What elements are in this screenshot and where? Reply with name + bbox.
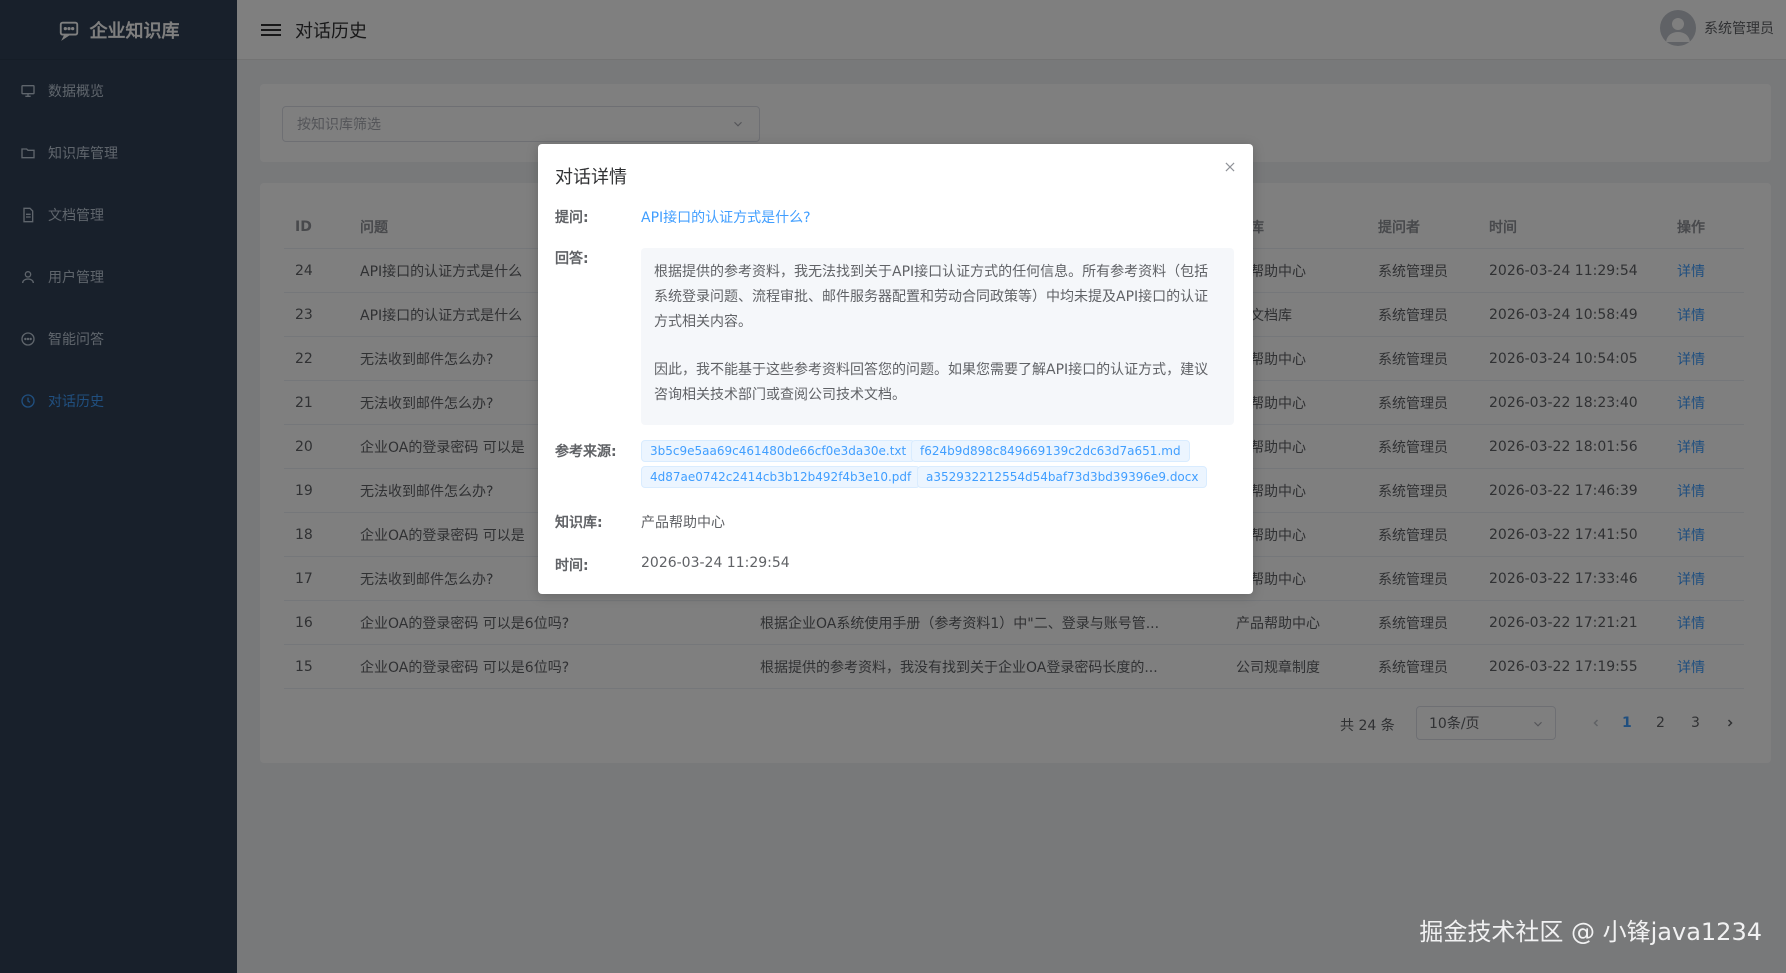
- time-value: 2026-03-24 11:29:54: [641, 555, 790, 571]
- answer-label: 回答:: [555, 251, 589, 267]
- dialog-title: 对话详情: [555, 167, 627, 188]
- sources-label: 参考来源:: [555, 444, 617, 460]
- time-label: 时间:: [555, 558, 589, 574]
- watermark: 掘金技术社区 @ 小锋java1234: [1419, 918, 1762, 946]
- source-tag[interactable]: 3b5c9e5aa69c461480de66cf0e3da30e.txt: [641, 440, 916, 462]
- source-tag[interactable]: a352932212554d54baf73d3bd39396e9.docx: [917, 466, 1208, 488]
- answer-paragraph: 根据提供的参考资料，我无法找到关于API接口认证方式的任何信息。所有参考资料（包…: [654, 264, 1209, 330]
- answer-box: 根据提供的参考资料，我无法找到关于API接口认证方式的任何信息。所有参考资料（包…: [641, 248, 1234, 425]
- conversation-detail-dialog: 对话详情 提问: API接口的认证方式是什么? 回答: 根据提供的参考资料，我无…: [538, 144, 1253, 594]
- kb-label: 知识库:: [555, 515, 603, 531]
- question-value: API接口的认证方式是什么?: [641, 210, 811, 226]
- question-label: 提问:: [555, 210, 589, 226]
- close-icon[interactable]: [1223, 160, 1237, 174]
- source-tag[interactable]: f624b9d898c849669139c2dc63d7a651.md: [911, 440, 1190, 462]
- answer-paragraph: 因此，我不能基于这些参考资料回答您的问题。如果您需要了解API接口的认证方式，建…: [654, 362, 1209, 403]
- source-tag[interactable]: 4d87ae0742c2414cb3b12b492f4b3e10.pdf: [641, 466, 921, 488]
- kb-value: 产品帮助中心: [641, 515, 725, 531]
